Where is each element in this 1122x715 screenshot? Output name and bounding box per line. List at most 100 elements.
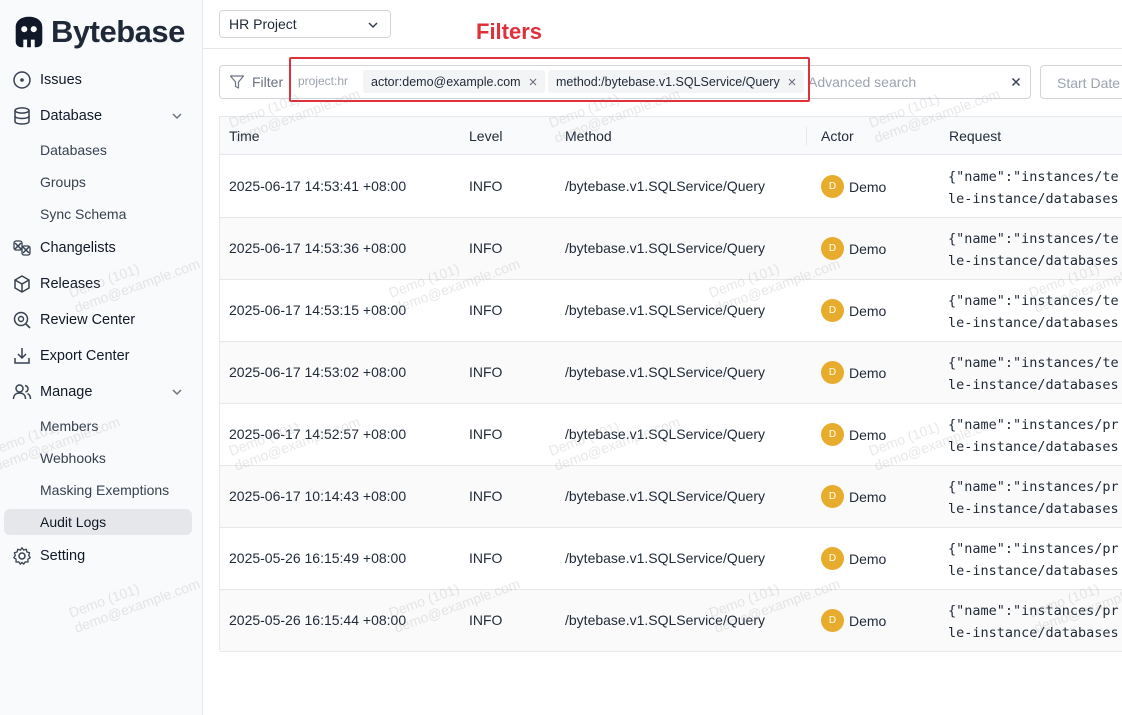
cell-request: {"name":"instances/pr le-instance/databas… <box>948 414 1119 458</box>
sidebar-item-members[interactable]: Members <box>40 413 98 439</box>
cell-method: /bytebase.v1.SQLService/Query <box>565 364 765 380</box>
cell-request: {"name":"instances/te le-instance/databas… <box>948 166 1119 210</box>
avatar: D <box>821 237 844 260</box>
filters-highlight-box <box>289 57 810 102</box>
cell-time: 2025-06-17 14:52:57 +08:00 <box>229 426 407 442</box>
cell-request: {"name":"instances/pr le-instance/databas… <box>948 600 1119 644</box>
column-header-level: Level <box>469 128 503 144</box>
sidebar-item-webhooks[interactable]: Webhooks <box>40 445 106 471</box>
audit-log-table: Time Level Method Actor Request 2025-06-… <box>219 116 1122 652</box>
table-row[interactable]: 2025-05-26 16:15:44 +08:00 INFO/bytebase.… <box>220 590 1122 652</box>
cell-actor[interactable]: D Demo <box>821 175 886 198</box>
table-row[interactable]: 2025-06-17 14:53:36 +08:00 INFO/bytebase.… <box>220 218 1122 280</box>
sidebar-item-audit-logs[interactable]: Audit Logs <box>4 509 192 535</box>
table-row[interactable]: 2025-06-17 14:52:57 +08:00 INFO/bytebase.… <box>220 404 1122 466</box>
request-line: {"name":"instances/te <box>948 293 1119 309</box>
cell-time: 2025-06-17 14:53:36 +08:00 <box>229 240 407 256</box>
sidebar-item-label: Setting <box>40 548 86 564</box>
column-header-request: Request <box>949 128 1002 144</box>
actor-name: Demo <box>849 550 887 567</box>
cell-actor[interactable]: D Demo <box>821 423 886 446</box>
request-line: le-instance/databases <box>948 253 1119 269</box>
sidebar-item-databases[interactable]: Databases <box>40 137 107 163</box>
request-line: {"name":"instances/te <box>948 231 1119 247</box>
releases-icon <box>12 274 32 294</box>
sidebar-item-export-center[interactable]: Export Center <box>12 341 190 371</box>
chevron-down-icon <box>368 22 378 29</box>
cell-level: INFO <box>469 488 503 504</box>
advanced-search-input[interactable]: Advanced search <box>808 74 916 90</box>
cell-request: {"name":"instances/pr le-instance/databas… <box>948 538 1119 582</box>
cell-level: INFO <box>469 302 503 318</box>
clear-filter-icon[interactable] <box>1010 76 1022 88</box>
cell-level: INFO <box>469 364 503 380</box>
header-divider <box>203 48 1122 49</box>
cell-level: INFO <box>469 240 503 256</box>
cell-method: /bytebase.v1.SQLService/Query <box>565 302 765 318</box>
cell-time: 2025-06-17 10:14:43 +08:00 <box>229 488 407 504</box>
cell-actor[interactable]: D Demo <box>821 237 886 260</box>
table-row[interactable]: 2025-06-17 10:14:43 +08:00 INFO/bytebase.… <box>220 466 1122 528</box>
request-line: le-instance/databases <box>948 191 1119 207</box>
request-line: {"name":"instances/pr <box>948 603 1119 619</box>
filters-annotation-label: Filters <box>476 19 543 44</box>
cell-time: 2025-05-26 16:15:49 +08:00 <box>229 550 407 566</box>
export-center-icon <box>12 346 32 366</box>
sidebar-item-issues[interactable]: Issues <box>12 65 190 95</box>
sidebar-item-label: Export Center <box>40 348 130 364</box>
cell-method: /bytebase.v1.SQLService/Query <box>565 612 765 628</box>
sidebar-item-masking-exemptions[interactable]: Masking Exemptions <box>40 477 169 503</box>
chevron-down-icon[interactable] <box>170 109 184 123</box>
actor-name: Demo <box>849 612 887 629</box>
table-row[interactable]: 2025-06-17 14:53:02 +08:00 INFO/bytebase.… <box>220 342 1122 404</box>
table-row[interactable]: 2025-05-26 16:15:49 +08:00 INFO/bytebase.… <box>220 528 1122 590</box>
chevron-down-icon[interactable] <box>170 385 184 399</box>
request-line: le-instance/databases <box>948 377 1119 393</box>
cell-level: INFO <box>469 550 503 566</box>
start-date-input[interactable]: Start Date <box>1040 65 1122 99</box>
avatar: D <box>821 175 844 198</box>
cell-actor[interactable]: D Demo <box>821 547 886 570</box>
avatar: D <box>821 485 844 508</box>
cell-actor[interactable]: D Demo <box>821 609 886 632</box>
sidebar-item-label: Releases <box>40 276 101 292</box>
sidebar-item-setting[interactable]: Setting <box>12 541 190 571</box>
sidebar-item-groups[interactable]: Groups <box>40 169 86 195</box>
request-line: {"name":"instances/pr <box>948 479 1119 495</box>
cell-actor[interactable]: D Demo <box>821 299 886 322</box>
sidebar-item-label: Manage <box>40 384 93 400</box>
setting-icon <box>12 546 32 566</box>
cell-actor[interactable]: D Demo <box>821 361 886 384</box>
cell-time: 2025-06-17 14:53:41 +08:00 <box>229 178 407 194</box>
cell-method: /bytebase.v1.SQLService/Query <box>565 550 765 566</box>
avatar: D <box>821 609 844 632</box>
sidebar-item-label: Changelists <box>40 240 116 256</box>
sidebar-item-changelists[interactable]: Changelists <box>12 233 190 263</box>
sidebar-item-manage[interactable]: Manage <box>12 377 190 407</box>
sidebar-item-database[interactable]: Database <box>12 101 190 131</box>
actor-name: Demo <box>849 302 887 319</box>
actor-name: Demo <box>849 364 887 381</box>
column-header-method: Method <box>565 128 612 144</box>
request-line: {"name":"instances/pr <box>948 541 1119 557</box>
sidebar-item-review-center[interactable]: Review Center <box>12 305 190 335</box>
table-row[interactable]: 2025-06-17 14:53:41 +08:00 INFO/bytebase.… <box>220 156 1122 218</box>
sidebar-item-label: Review Center <box>40 312 136 328</box>
request-line: {"name":"instances/te <box>948 169 1119 185</box>
request-line: le-instance/databases <box>948 315 1119 331</box>
cell-request: {"name":"instances/pr le-instance/databas… <box>948 476 1119 520</box>
column-header-actor: Actor <box>821 128 854 144</box>
bytebase-logo-icon <box>15 16 43 48</box>
table-row[interactable]: 2025-06-17 14:53:15 +08:00 INFO/bytebase.… <box>220 280 1122 342</box>
cell-actor[interactable]: D Demo <box>821 485 886 508</box>
cell-time: 2025-06-17 14:53:15 +08:00 <box>229 302 407 318</box>
project-select[interactable]: HR Project <box>219 10 391 38</box>
column-divider <box>806 127 807 145</box>
sidebar-item-releases[interactable]: Releases <box>12 269 190 299</box>
cell-time: 2025-05-26 16:15:44 +08:00 <box>229 612 407 628</box>
sidebar-item-sync-schema[interactable]: Sync Schema <box>40 201 126 227</box>
bytebase-logo[interactable]: Bytebase <box>10 12 185 52</box>
sidebar: Bytebase Issues Database Databases Group… <box>0 0 203 715</box>
cell-level: INFO <box>469 612 503 628</box>
request-line: {"name":"instances/te <box>948 355 1119 371</box>
